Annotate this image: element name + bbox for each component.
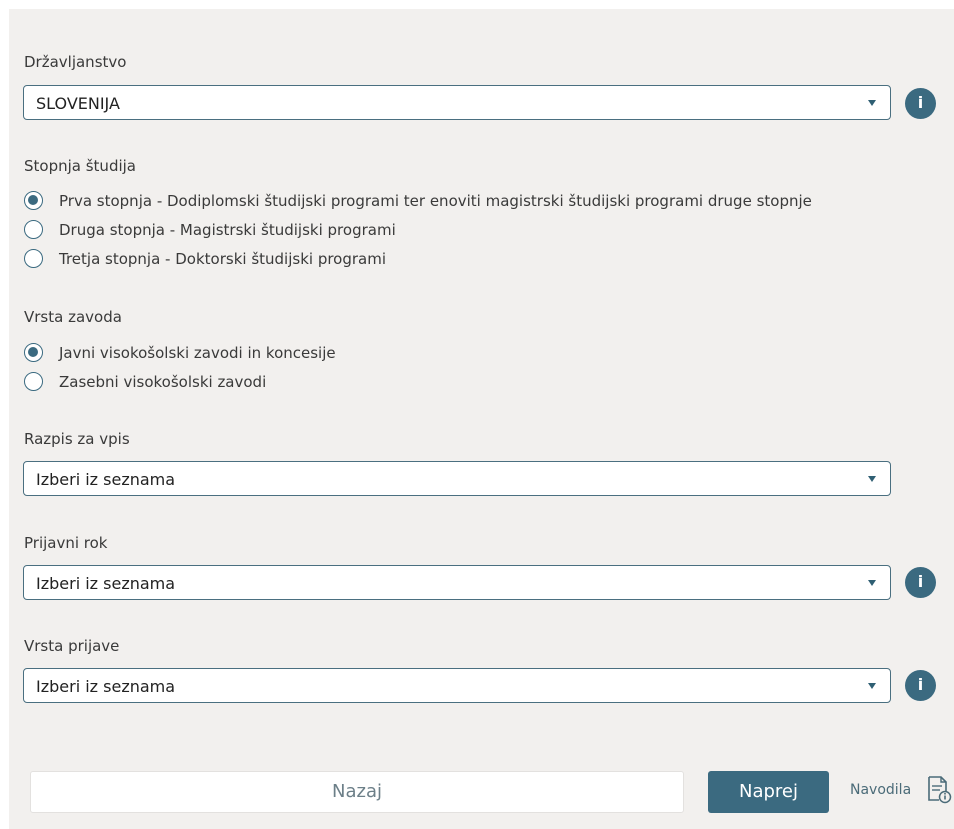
application-type-value: Izberi iz seznama bbox=[36, 677, 176, 696]
dropdown-arrow-icon bbox=[868, 100, 876, 106]
back-button[interactable]: Nazaj bbox=[30, 771, 684, 813]
dropdown-arrow-icon bbox=[868, 683, 876, 689]
radio-unchecked-icon bbox=[24, 249, 43, 268]
radio-unchecked-icon bbox=[24, 220, 43, 239]
application-period-value: Izberi iz seznama bbox=[36, 574, 176, 593]
citizenship-select[interactable]: SLOVENIJA bbox=[23, 85, 891, 120]
citizenship-label: Državljanstvo bbox=[24, 53, 127, 71]
radio-checked-icon bbox=[24, 191, 43, 210]
institution-type-option-label: Javni visokošolski zavodi in koncesije bbox=[59, 344, 336, 362]
form-panel bbox=[9, 9, 954, 829]
radio-checked-icon bbox=[24, 343, 43, 362]
citizenship-info-icon[interactable]: i bbox=[905, 88, 936, 119]
citizenship-value: SLOVENIJA bbox=[36, 94, 120, 113]
study-level-option-label: Prva stopnja - Dodiplomski študijski pro… bbox=[59, 192, 812, 210]
institution-type-label: Vrsta zavoda bbox=[24, 308, 122, 326]
dropdown-arrow-icon bbox=[868, 580, 876, 586]
application-type-select[interactable]: Izberi iz seznama bbox=[23, 668, 891, 703]
next-button[interactable]: Naprej bbox=[708, 771, 829, 813]
radio-unchecked-icon bbox=[24, 372, 43, 391]
call-value: Izberi iz seznama bbox=[36, 470, 176, 489]
dropdown-arrow-icon bbox=[868, 476, 876, 482]
application-type-info-icon[interactable]: i bbox=[905, 670, 936, 701]
application-period-select[interactable]: Izberi iz seznama bbox=[23, 565, 891, 600]
study-level-option-label: Tretja stopnja - Doktorski študijski pro… bbox=[59, 250, 387, 268]
application-type-label: Vrsta prijave bbox=[24, 637, 120, 655]
application-period-info-icon[interactable]: i bbox=[905, 567, 936, 598]
guide-label: Navodila bbox=[850, 782, 912, 798]
call-label: Razpis za vpis bbox=[24, 430, 130, 448]
application-period-label: Prijavni rok bbox=[24, 534, 108, 552]
document-info-icon bbox=[928, 776, 952, 804]
study-level-option-label: Druga stopnja - Magistrski študijski pro… bbox=[59, 221, 396, 239]
institution-type-option-label: Zasebni visokošolski zavodi bbox=[59, 373, 267, 391]
call-select[interactable]: Izberi iz seznama bbox=[23, 461, 891, 496]
study-level-label: Stopnja študija bbox=[24, 157, 136, 175]
